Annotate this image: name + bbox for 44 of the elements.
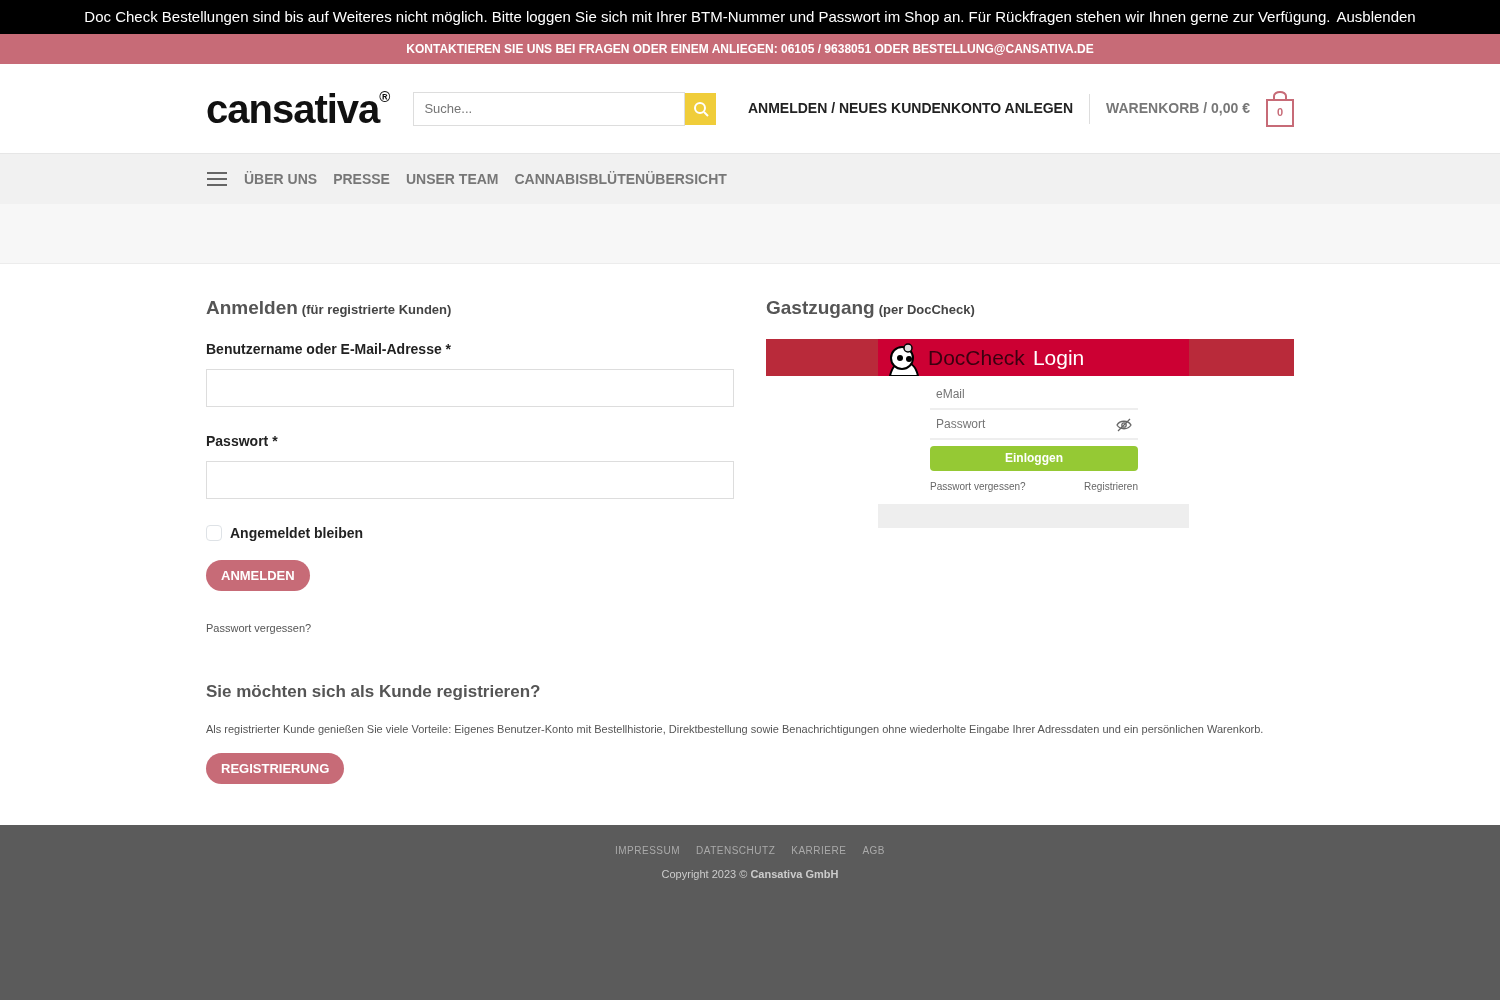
section-subtitle: (für registrierte Kunden) (301, 301, 452, 319)
remember-label: Angemeldet bleiben (230, 523, 364, 543)
section-title: Gastzugang (766, 296, 875, 320)
account-link[interactable]: ANMELDEN / NEUES KUNDENKONTO ANLEGEN (747, 98, 1074, 119)
contact-text: KONTAKTIEREN SIE UNS BEI FRAGEN ODER EINEM ANLIEGEN: 06105 / 9638051 ODER BESTELLUNG@CANSATIVA.DE (406, 41, 1094, 58)
footer-link[interactable]: KARRIERE (791, 843, 847, 858)
registered-mark: ® (379, 87, 390, 105)
dismiss-link[interactable]: Ausblenden (1336, 5, 1416, 29)
doccheck-brand: DocCheck (928, 344, 1025, 371)
footer-link[interactable]: DATENSCHUTZ (696, 843, 776, 858)
cart-count[interactable]: 0 (1266, 98, 1294, 127)
forgot-password-link[interactable]: Passwort vergessen? (206, 622, 312, 634)
doccheck-login-title: Login (1032, 344, 1085, 371)
remember-checkbox[interactable] (206, 525, 222, 541)
nav-link[interactable]: ÜBER UNS (244, 168, 318, 190)
logo[interactable]: cansativa® (206, 88, 390, 129)
nav-link[interactable]: CANNABISBLÜTENÜBERSICHT (514, 168, 727, 190)
copyright-text: Copyright 2023 © Cansativa GmbH (660, 867, 840, 882)
nav-link[interactable]: PRESSE (333, 168, 390, 190)
mascot-icon (886, 341, 922, 376)
field-label: Passwort * (206, 431, 279, 451)
cart-link[interactable]: WARENKORB / 0,00 € (1106, 98, 1250, 119)
logo-text: cansativa (206, 86, 380, 131)
register-description: Als registrierter Kunde genießen Sie viele Vorteile: Eigenes Benutzer-Konto mit Bestellhistorie, Direktbestellung sowie Benachrichtigungen ohne wiederholte Eingabe Ihrer Adressdaten und ein persönlichen Warenkorb. (206, 721, 1265, 737)
register-link[interactable]: Registrieren (1084, 478, 1138, 494)
footer-link[interactable]: IMPRESSUM (615, 843, 681, 858)
nav-link[interactable]: UNSER TEAM (405, 168, 499, 190)
search-field[interactable]: Suche... (413, 91, 686, 126)
register-button[interactable]: REGISTRIERUNG (206, 752, 345, 784)
bag-handle-icon (1273, 90, 1287, 99)
notice-text: Doc Check Bestellungen sind bis auf Weiteres nicht möglich. Bitte loggen Sie sich mit Ihrer BTM-Nummer und Passwort im Shop an. Für Rückfragen stehen wir Ihnen gerne zur Verfügung. (84, 6, 1331, 27)
hidden-eye-icon[interactable] (1116, 417, 1132, 432)
section-title: Anmelden (206, 296, 298, 320)
input-field[interactable] (206, 368, 734, 407)
field-label: Benutzername oder E-Mail-Adresse * (206, 339, 453, 359)
footer-link[interactable]: AGB (862, 843, 885, 858)
section-title: Sie möchten sich als Kunde registrieren? (206, 681, 542, 703)
forgot-password-link[interactable]: Passwort vergessen? (930, 478, 1026, 494)
search-icon (692, 100, 709, 117)
section-subtitle: (per DocCheck) (878, 301, 975, 319)
login-button[interactable]: ANMELDEN (206, 559, 310, 591)
search-button[interactable] (685, 92, 717, 125)
menu-icon[interactable] (206, 171, 228, 187)
input-field[interactable] (206, 460, 734, 499)
